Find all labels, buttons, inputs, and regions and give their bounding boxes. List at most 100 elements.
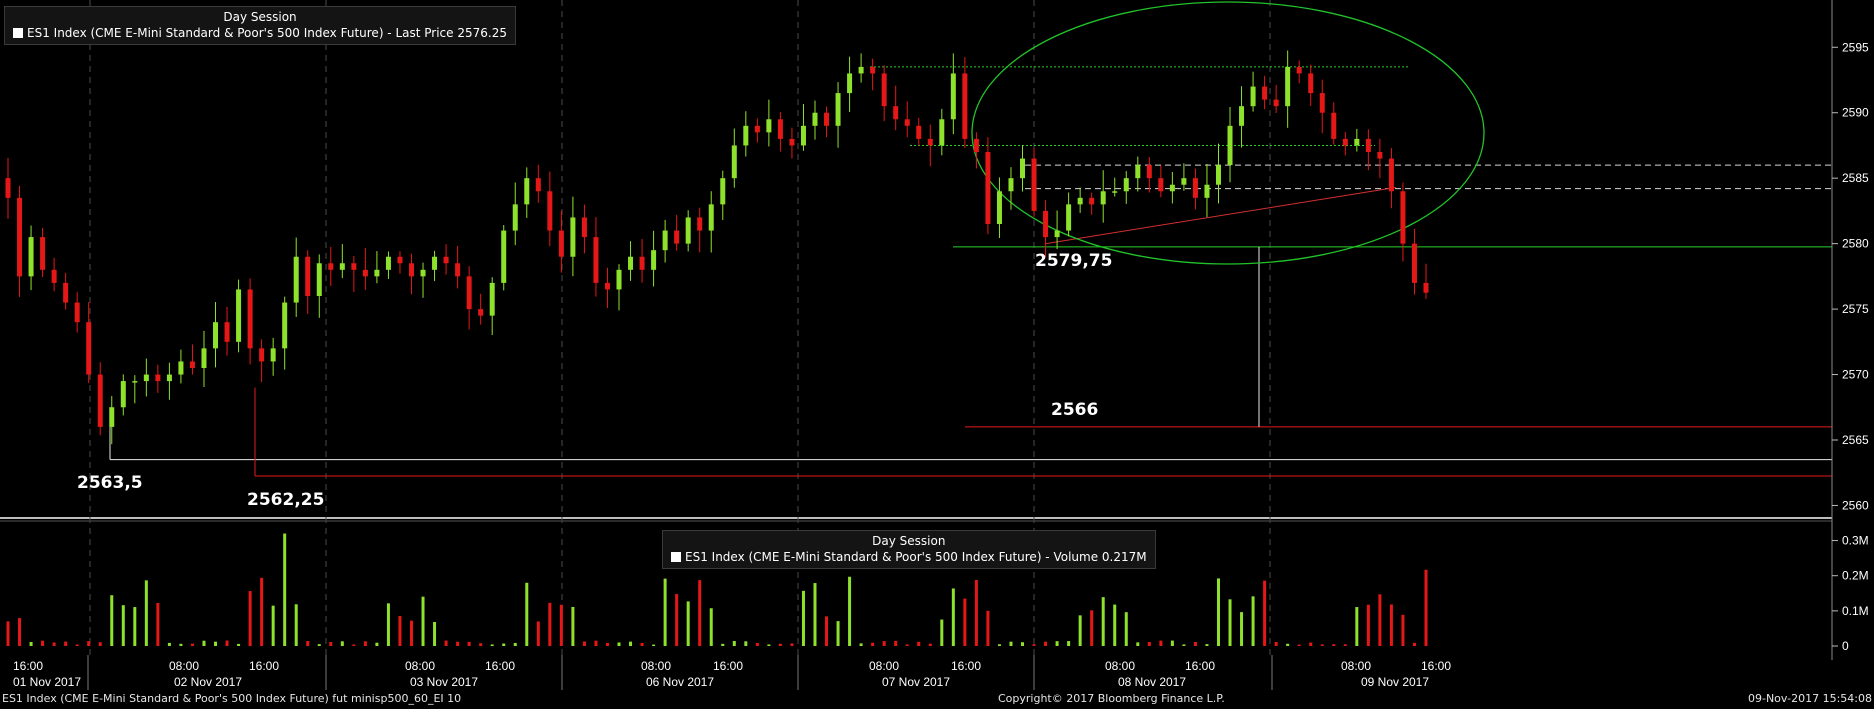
volume-bar (951, 588, 955, 646)
volume-bar (686, 601, 690, 646)
y-tick-label: 2560 (1842, 498, 1869, 512)
volume-bar (801, 590, 805, 646)
candle-body (847, 73, 853, 94)
candle-body (86, 322, 92, 375)
volume-bar (548, 602, 552, 646)
volume-bar (825, 616, 829, 646)
volume-bar (375, 642, 379, 646)
volume-bar (525, 582, 529, 646)
volume-bar (1216, 578, 1220, 646)
volume-bar (248, 591, 252, 646)
volume-bar (75, 644, 79, 646)
y-tick-label: 2575 (1842, 302, 1869, 316)
candle-body (800, 125, 806, 146)
candle-body (455, 263, 461, 277)
candle-body (512, 204, 518, 231)
footer-copyright: Copyright© 2017 Bloomberg Finance L.P. (998, 692, 1225, 705)
candle-body (639, 256, 645, 270)
volume-bar (98, 642, 102, 646)
candle-body (904, 119, 910, 126)
candle-body (1342, 138, 1348, 146)
price-legend-session: Day Session (223, 10, 297, 24)
y-tick-label: 2580 (1842, 237, 1869, 251)
candle-body (120, 381, 126, 408)
candle-body (593, 237, 599, 283)
candle-body (1204, 184, 1210, 198)
candle-body (339, 263, 345, 270)
volume-bar (709, 608, 713, 646)
x-time-label: 16:00 (485, 659, 515, 673)
y-tick-label: 2570 (1842, 368, 1869, 382)
x-time-label: 08:00 (869, 659, 899, 673)
candle-body (708, 204, 714, 231)
x-time-label: 16:00 (713, 659, 743, 673)
volume-bar (582, 641, 586, 646)
candle-body (397, 256, 403, 264)
volume-bar (502, 643, 506, 646)
volume-bar (41, 640, 45, 646)
volume-bar (594, 640, 598, 646)
volume-bar (214, 641, 218, 646)
candle-body (777, 119, 783, 139)
volume-bar (409, 620, 413, 646)
candle-body (616, 269, 622, 290)
volume-bar (1378, 594, 1382, 646)
volume-bar (18, 618, 22, 646)
volume-bar (190, 643, 194, 646)
volume-bar (225, 640, 229, 646)
x-time-label: 16:00 (951, 659, 981, 673)
candle-body (328, 263, 334, 270)
x-date-label: 06 Nov 2017 (646, 675, 714, 689)
candle-body (17, 197, 23, 277)
volume-bar (386, 603, 390, 646)
chart-overlays (109, 1, 1832, 477)
candle-body (74, 302, 80, 323)
candle-body (132, 381, 138, 383)
candle-body (570, 217, 576, 257)
volume-bar (237, 643, 241, 646)
candle-body (996, 191, 1002, 224)
candle-body (581, 217, 587, 238)
volume-bar (698, 580, 702, 646)
candle-body (1215, 165, 1221, 185)
candle-body (824, 112, 830, 126)
volume-bar (1101, 597, 1105, 646)
candle-body (858, 66, 864, 74)
candle-body (1100, 191, 1106, 205)
candle-body (282, 302, 288, 349)
candle-body (97, 374, 103, 427)
candle-body (973, 138, 979, 152)
candle-body (466, 276, 472, 310)
volume-tick-label: 0.3M (1842, 534, 1869, 548)
candle-body (939, 119, 945, 146)
volume-bar (29, 641, 33, 646)
x-time-label: 08:00 (641, 659, 671, 673)
legend-swatch-icon (13, 28, 23, 38)
candle-body (155, 374, 161, 382)
volume-bar (6, 621, 10, 646)
candle-body (236, 289, 242, 342)
candle-body (720, 178, 726, 205)
candle-body (1146, 165, 1152, 179)
volume-bar (1182, 644, 1186, 646)
candle-body (213, 322, 219, 349)
volume-bar (1124, 612, 1128, 646)
candle-body (1262, 86, 1268, 100)
candle-body (385, 256, 391, 270)
volume-bar (1170, 640, 1174, 646)
volume-bar (1159, 640, 1163, 646)
candle-body (63, 282, 69, 303)
volume-bar (778, 643, 782, 646)
candle-body (109, 407, 115, 427)
volume-bar (352, 644, 356, 646)
candle-body (443, 256, 449, 264)
footer-timestamp: 09-Nov-2017 15:54:08 (1747, 692, 1872, 705)
volume-bar (144, 580, 148, 646)
candle-body (662, 230, 668, 251)
candle-body (558, 230, 564, 257)
volume-bar (1055, 641, 1059, 646)
legend-swatch-icon (671, 552, 681, 562)
volume-bar (1332, 644, 1336, 646)
volume-bar (513, 642, 517, 646)
candle-body (870, 66, 876, 74)
